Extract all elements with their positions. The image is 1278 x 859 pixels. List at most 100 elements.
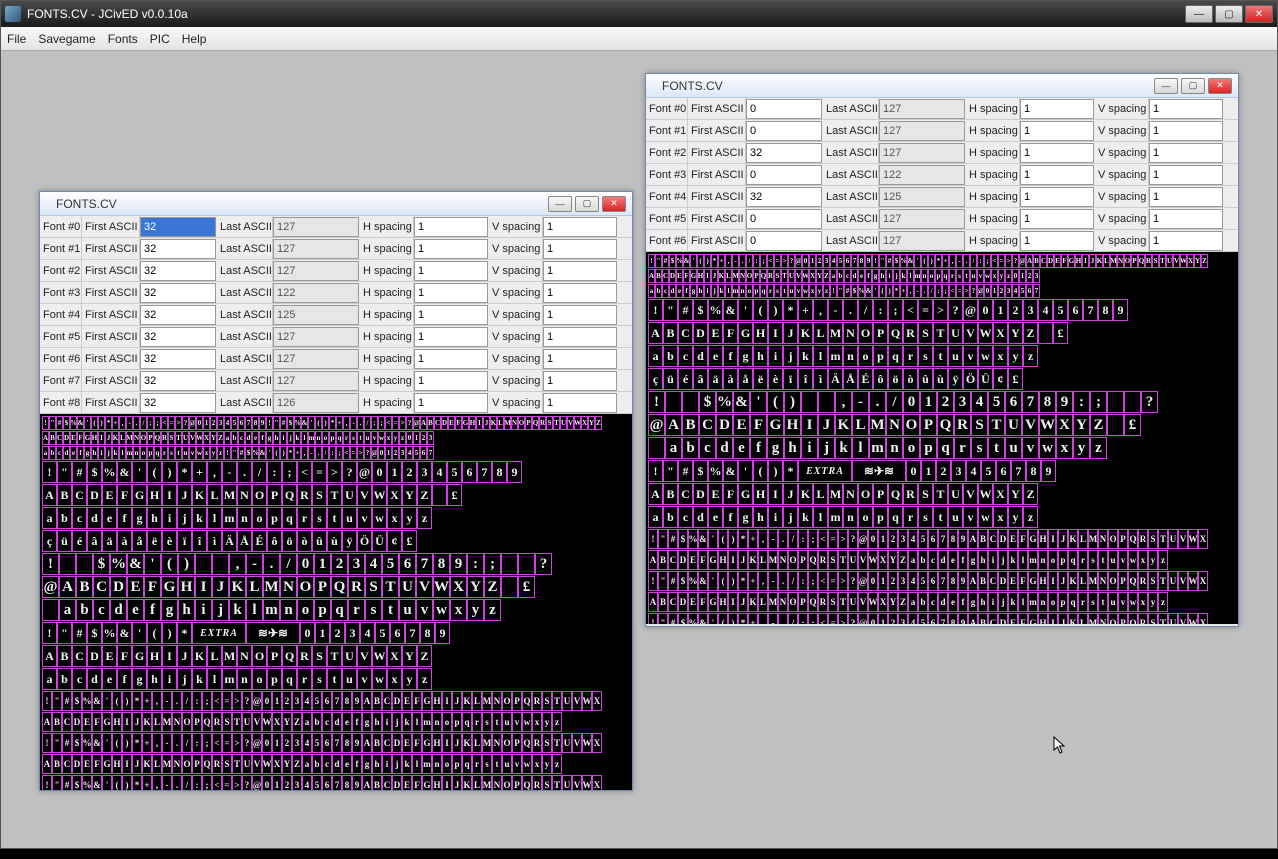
glyph-cell[interactable]: R: [212, 754, 222, 774]
glyph-cell[interactable]: V: [357, 645, 372, 667]
glyph-cell[interactable]: W: [433, 576, 450, 598]
glyph-cell[interactable]: N: [739, 269, 746, 283]
glyph-cell[interactable]: 2: [1026, 269, 1033, 283]
glyph-cell[interactable]: j: [893, 269, 900, 283]
glyph-cell[interactable]: O: [903, 414, 920, 436]
glyph-cell[interactable]: d: [669, 284, 676, 298]
glyph-cell[interactable]: ": [837, 284, 844, 298]
glyph-cell[interactable]: V: [858, 592, 868, 612]
glyph-cell[interactable]: #: [62, 691, 72, 711]
glyph-cell[interactable]: W: [372, 645, 387, 667]
glyph-cell[interactable]: H: [718, 592, 728, 612]
glyph-cell[interactable]: !: [648, 571, 658, 591]
glyph-cell[interactable]: O: [746, 269, 753, 283]
glyph-cell[interactable]: +: [192, 461, 207, 483]
first-ascii-input[interactable]: [140, 283, 216, 303]
glyph-cell[interactable]: e: [342, 712, 352, 732]
glyph-cell[interactable]: 4: [432, 461, 447, 483]
glyph-cell[interactable]: C: [988, 613, 998, 624]
glyph-cell[interactable]: I: [704, 269, 711, 283]
glyph-cell[interactable]: 1: [809, 254, 816, 268]
glyph-cell[interactable]: N: [778, 550, 788, 570]
glyph-cell[interactable]: L: [758, 550, 768, 570]
glyph-cell[interactable]: t: [988, 437, 1005, 459]
glyph-cell[interactable]: r: [767, 284, 774, 298]
glyph-cell[interactable]: y: [402, 507, 417, 529]
glyph-cell[interactable]: L: [1078, 613, 1088, 624]
glyph-cell[interactable]: 6: [322, 775, 332, 790]
glyph-cell[interactable]: R: [903, 483, 918, 505]
glyph-cell[interactable]: 5: [1053, 299, 1068, 321]
glyph-cell[interactable]: Q: [532, 416, 539, 430]
glyph-cell[interactable]: l: [412, 712, 422, 732]
glyph-cell[interactable]: B: [663, 483, 678, 505]
glyph-cell[interactable]: D: [693, 483, 708, 505]
glyph-cell[interactable]: 0: [984, 284, 991, 298]
glyph-cell[interactable]: ": [52, 733, 62, 753]
glyph-cell[interactable]: R: [818, 592, 828, 612]
glyph-cell[interactable]: -: [162, 775, 172, 790]
h-spacing-input[interactable]: [1020, 231, 1094, 251]
glyph-cell[interactable]: G: [422, 733, 432, 753]
glyph-cell[interactable]: f: [958, 592, 968, 612]
glyph-cell[interactable]: Y: [888, 592, 898, 612]
glyph-cell[interactable]: A: [42, 645, 57, 667]
glyph-cell[interactable]: u: [1108, 592, 1118, 612]
glyph-cell[interactable]: B: [978, 571, 988, 591]
glyph-cell[interactable]: #: [56, 416, 63, 430]
glyph-cell[interactable]: N: [237, 484, 252, 506]
glyph-cell[interactable]: a: [648, 284, 655, 298]
glyph-cell[interactable]: w: [1039, 437, 1056, 459]
glyph-cell[interactable]: V: [1173, 254, 1180, 268]
glyph-cell[interactable]: A: [42, 484, 57, 506]
glyph-cell[interactable]: Y: [1008, 483, 1023, 505]
glyph-cell[interactable]: Z: [898, 592, 908, 612]
glyph-cell[interactable]: 1: [314, 553, 331, 575]
glyph-cell[interactable]: K: [462, 775, 472, 790]
glyph-cell[interactable]: F: [412, 691, 422, 711]
glyph-cell[interactable]: 5: [981, 460, 996, 482]
glyph-cell[interactable]: 6: [322, 733, 332, 753]
glyph-cell[interactable]: h: [753, 506, 768, 528]
glyph-cell[interactable]: k: [112, 446, 119, 460]
glyph-cell[interactable]: g: [132, 507, 147, 529]
glyph-cell[interactable]: &: [301, 416, 308, 430]
glyph-cell[interactable]: b: [57, 507, 72, 529]
glyph-cell[interactable]: ': [84, 416, 91, 430]
glyph-cell[interactable]: $: [72, 733, 82, 753]
glyph-cell[interactable]: X: [809, 269, 816, 283]
glyph-cell[interactable]: %: [110, 553, 127, 575]
glyph-cell[interactable]: L: [472, 691, 482, 711]
glyph-cell[interactable]: m: [828, 345, 843, 367]
glyph-cell[interactable]: k: [1008, 550, 1018, 570]
glyph-cell[interactable]: %: [708, 299, 723, 321]
last-ascii-input[interactable]: [273, 393, 359, 413]
glyph-cell[interactable]: M: [869, 414, 886, 436]
glyph-cell[interactable]: N: [492, 775, 502, 790]
glyph-cell[interactable]: 6: [399, 553, 416, 575]
glyph-cell[interactable]: L: [813, 322, 828, 344]
glyph-cell[interactable]: 5: [382, 553, 399, 575]
glyph-cell[interactable]: D: [72, 712, 82, 732]
glyph-cell[interactable]: C: [699, 414, 716, 436]
glyph-cell[interactable]: q: [1068, 592, 1078, 612]
glyph-cell[interactable]: O: [788, 550, 798, 570]
glyph-cell[interactable]: S: [542, 733, 552, 753]
glyph-cell[interactable]: Q: [202, 712, 212, 732]
glyph-cell[interactable]: l: [301, 431, 308, 445]
glyph-cell[interactable]: O: [788, 592, 798, 612]
glyph-cell[interactable]: U: [562, 691, 572, 711]
glyph-cell[interactable]: ): [280, 446, 287, 460]
glyph-cell[interactable]: P: [192, 712, 202, 732]
glyph-cell[interactable]: 0: [868, 571, 878, 591]
glyph-cell[interactable]: d: [332, 754, 342, 774]
glyph-cell[interactable]: U: [1005, 414, 1022, 436]
v-spacing-input[interactable]: [1149, 99, 1223, 119]
glyph-cell[interactable]: A: [42, 754, 52, 774]
glyph-cell[interactable]: 0: [262, 775, 272, 790]
glyph-cell[interactable]: i: [704, 284, 711, 298]
glyph-cell[interactable]: =: [828, 613, 838, 624]
glyph-cell[interactable]: L: [1078, 529, 1088, 549]
glyph-cell[interactable]: R: [1138, 529, 1148, 549]
glyph-cell[interactable]: <: [212, 775, 222, 790]
